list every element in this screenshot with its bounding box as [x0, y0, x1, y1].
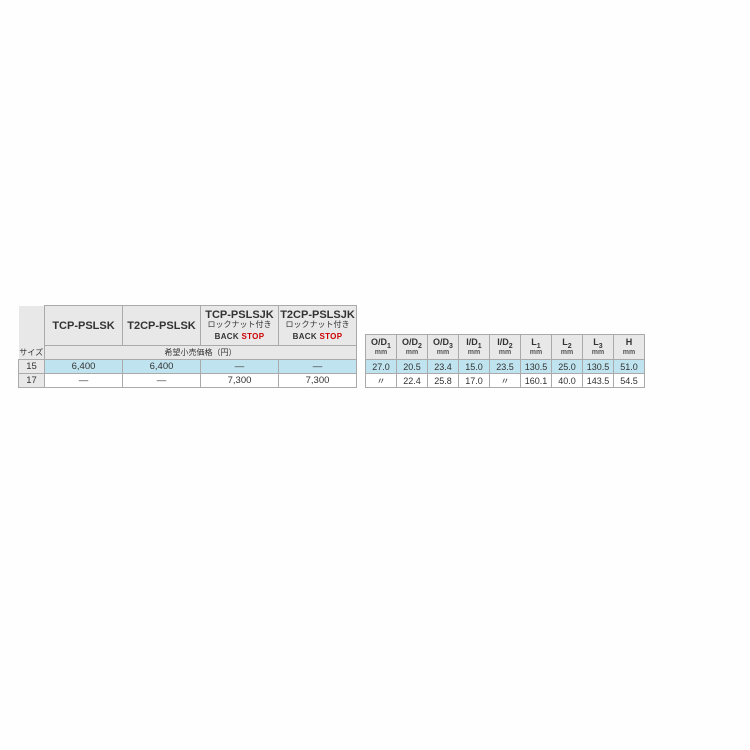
- price-cell: 6,400: [123, 360, 201, 374]
- price-cell: 7,300: [201, 374, 279, 388]
- price-cell: 7,300: [279, 374, 357, 388]
- dim-col-h: Hmm: [614, 335, 645, 360]
- dim-cell: 23.5: [490, 360, 521, 374]
- dim-col-l1: L1mm: [521, 335, 552, 360]
- dim-col-od1: O/D1mm: [366, 335, 397, 360]
- dim-col-id1: I/D1mm: [459, 335, 490, 360]
- col-t2cp-pslsjk: T2CP-PSLSJK ロックナット付き BACK STOP: [279, 306, 357, 346]
- col-tcp-pslsjk: TCP-PSLSJK ロックナット付き BACK STOP: [201, 306, 279, 346]
- dim-cell: 17.0: [459, 374, 490, 388]
- tables-container: TCP-PSLSK T2CP-PSLSK TCP-PSLSJK ロックナット付き…: [18, 305, 645, 388]
- dim-row-17: 〃 22.4 25.8 17.0 〃 160.1 40.0 143.5 54.5: [366, 374, 645, 388]
- dim-cell: 51.0: [614, 360, 645, 374]
- dim-col-od3: O/D3mm: [428, 335, 459, 360]
- size-cell: 17: [19, 374, 45, 388]
- dim-row-15: 27.0 20.5 23.4 15.0 23.5 130.5 25.0 130.…: [366, 360, 645, 374]
- dim-cell: 27.0: [366, 360, 397, 374]
- dim-cell: 20.5: [397, 360, 428, 374]
- price-cell: —: [201, 360, 279, 374]
- dim-cell: 130.5: [583, 360, 614, 374]
- col-label: TCP-PSLSK: [52, 320, 114, 332]
- dim-cell: 143.5: [583, 374, 614, 388]
- dim-cell: 〃: [490, 374, 521, 388]
- price-cell: —: [123, 374, 201, 388]
- size-label: サイズ: [19, 346, 45, 360]
- price-header-row: TCP-PSLSK T2CP-PSLSK TCP-PSLSJK ロックナット付き…: [19, 306, 357, 346]
- col-sub: ロックナット付き: [201, 321, 278, 330]
- dim-cell: 23.4: [428, 360, 459, 374]
- dim-cell: 130.5: [521, 360, 552, 374]
- dim-col-l2: L2mm: [552, 335, 583, 360]
- dim-cell: 15.0: [459, 360, 490, 374]
- price-subheader-row: サイズ 希望小売価格（円）: [19, 346, 357, 360]
- dimension-table: O/D1mm O/D2mm O/D3mm I/D1mm I/D2mm L1mm …: [365, 334, 645, 388]
- dim-cell: 22.4: [397, 374, 428, 388]
- price-row-17: 17 — — 7,300 7,300: [19, 374, 357, 388]
- col-sub: ロックナット付き: [279, 321, 356, 330]
- price-row-15: 15 6,400 6,400 — —: [19, 360, 357, 374]
- backstop-badge: BACK STOP: [215, 332, 265, 341]
- blank-corner: [19, 306, 45, 346]
- dim-header-row: O/D1mm O/D2mm O/D3mm I/D1mm I/D2mm L1mm …: [366, 335, 645, 360]
- price-cell: 6,400: [45, 360, 123, 374]
- dim-cell: 160.1: [521, 374, 552, 388]
- dim-cell: 〃: [366, 374, 397, 388]
- backstop-badge: BACK STOP: [293, 332, 343, 341]
- dim-col-id2: I/D2mm: [490, 335, 521, 360]
- price-cell: —: [279, 360, 357, 374]
- dim-cell: 40.0: [552, 374, 583, 388]
- col-tcp-pslsk: TCP-PSLSK: [45, 306, 123, 346]
- size-cell: 15: [19, 360, 45, 374]
- col-label: T2CP-PSLSK: [127, 320, 195, 332]
- subheader: 希望小売価格（円）: [45, 346, 357, 360]
- dim-col-l3: L3mm: [583, 335, 614, 360]
- dim-cell: 25.8: [428, 374, 459, 388]
- dim-cell: 54.5: [614, 374, 645, 388]
- col-t2cp-pslsk: T2CP-PSLSK: [123, 306, 201, 346]
- price-table: TCP-PSLSK T2CP-PSLSK TCP-PSLSJK ロックナット付き…: [18, 305, 357, 388]
- dim-col-od2: O/D2mm: [397, 335, 428, 360]
- dim-cell: 25.0: [552, 360, 583, 374]
- price-cell: —: [45, 374, 123, 388]
